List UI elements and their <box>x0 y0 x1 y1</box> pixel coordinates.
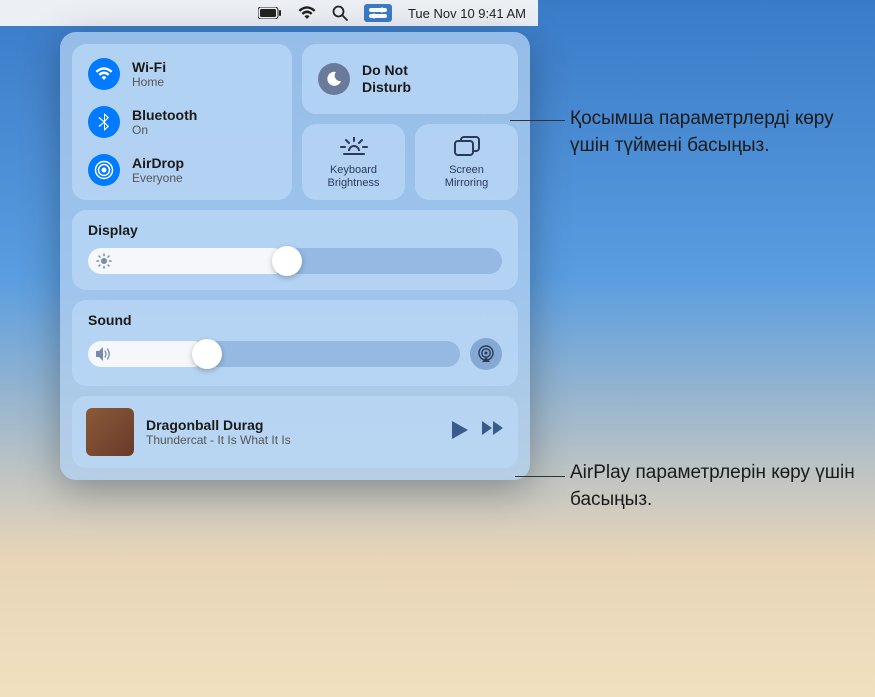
keyboard-brightness-label: Keyboard Brightness <box>328 164 380 189</box>
bluetooth-title: Bluetooth <box>132 107 197 123</box>
brightness-low-icon <box>96 253 112 269</box>
connectivity-panel: Wi-Fi Home Bluetooth On AirDrop <box>72 44 292 200</box>
wifi-icon[interactable] <box>298 6 316 20</box>
battery-icon[interactable] <box>258 7 282 19</box>
track-artist: Thundercat - It Is What It Is <box>146 433 440 447</box>
track-title: Dragonball Durag <box>146 417 440 433</box>
wifi-icon <box>88 58 120 90</box>
screen-mirroring-label: Screen Mirroring <box>445 164 488 189</box>
sound-slider-knob[interactable] <box>192 339 222 369</box>
control-center: Wi-Fi Home Bluetooth On AirDrop <box>60 32 530 480</box>
airdrop-title: AirDrop <box>132 155 184 171</box>
bluetooth-icon <box>88 106 120 138</box>
dnd-title-2: Disturb <box>362 79 411 96</box>
dnd-title-1: Do Not <box>362 62 411 79</box>
now-playing-panel[interactable]: Dragonball Durag Thundercat - It Is What… <box>72 396 518 468</box>
display-panel: Display <box>72 210 518 290</box>
callout-airplay: AirPlay параметрлерін көру үшін басыңыз. <box>570 460 860 513</box>
sound-title: Sound <box>88 312 502 328</box>
callout-dnd: Қосымша параметрлерді көру үшін түймені … <box>570 106 860 159</box>
airdrop-sub: Everyone <box>132 171 184 185</box>
next-button[interactable] <box>482 421 504 444</box>
callout-line <box>510 120 565 121</box>
moon-icon <box>318 63 350 95</box>
airplay-icon <box>477 345 495 363</box>
bluetooth-sub: On <box>132 123 197 137</box>
screen-mirroring-button[interactable]: Screen Mirroring <box>415 124 518 200</box>
menubar: Tue Nov 10 9:41 AM <box>0 0 538 26</box>
airdrop-icon <box>88 154 120 186</box>
keyboard-brightness-button[interactable]: Keyboard Brightness <box>302 124 405 200</box>
sound-slider[interactable] <box>88 341 460 367</box>
control-center-icon[interactable] <box>364 4 392 22</box>
volume-icon <box>96 347 114 361</box>
wifi-toggle[interactable]: Wi-Fi Home <box>88 58 276 90</box>
do-not-disturb-toggle[interactable]: Do Not Disturb <box>302 44 518 114</box>
display-title: Display <box>88 222 502 238</box>
search-icon[interactable] <box>332 5 348 21</box>
airplay-audio-button[interactable] <box>470 338 502 370</box>
screen-mirroring-icon <box>454 134 480 158</box>
display-slider[interactable] <box>88 248 502 274</box>
keyboard-brightness-icon <box>340 134 368 158</box>
album-art <box>86 408 134 456</box>
wifi-sub: Home <box>132 75 166 89</box>
wifi-title: Wi-Fi <box>132 59 166 75</box>
menubar-datetime[interactable]: Tue Nov 10 9:41 AM <box>408 6 526 21</box>
sound-panel: Sound <box>72 300 518 386</box>
callout-line <box>515 476 565 477</box>
play-button[interactable] <box>452 421 468 444</box>
display-slider-knob[interactable] <box>272 246 302 276</box>
airdrop-toggle[interactable]: AirDrop Everyone <box>88 154 276 186</box>
bluetooth-toggle[interactable]: Bluetooth On <box>88 106 276 138</box>
